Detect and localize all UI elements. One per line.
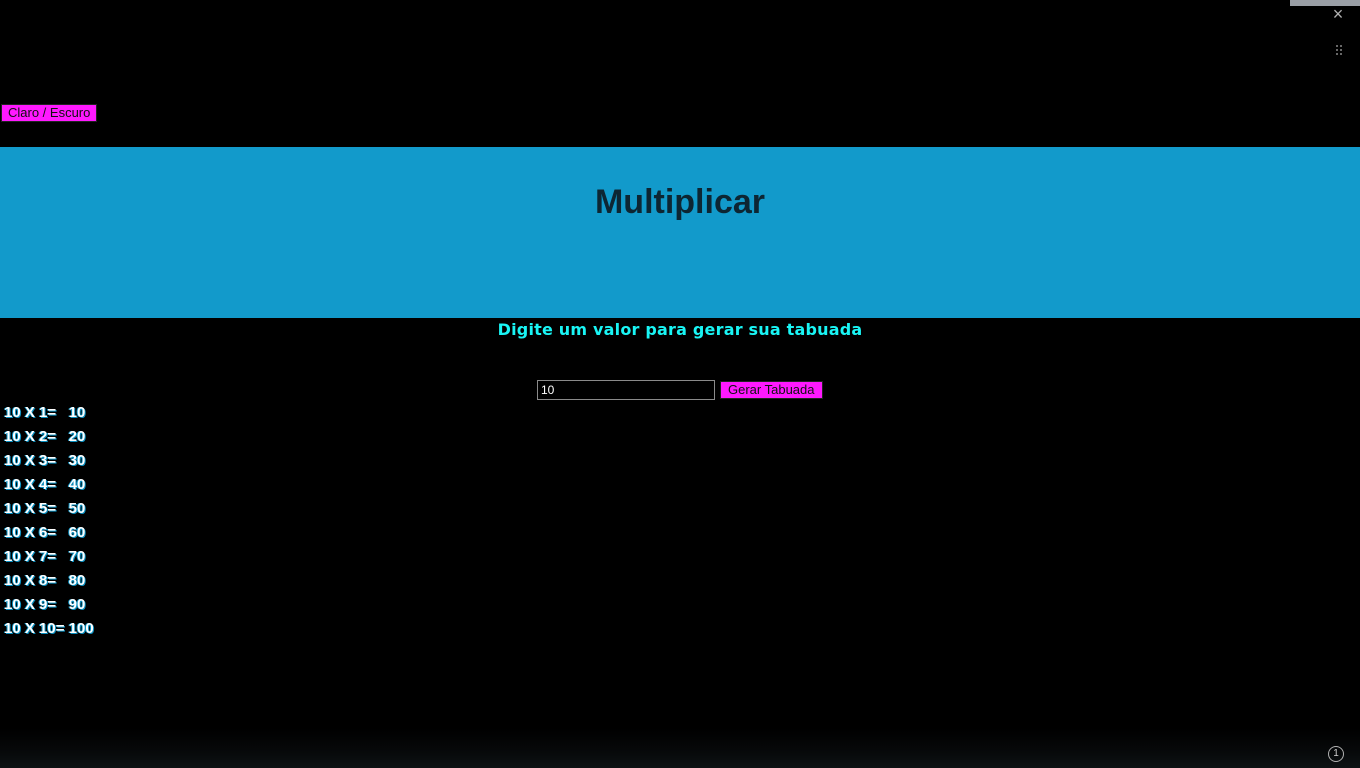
drag-handle-icon[interactable] bbox=[1334, 44, 1344, 58]
result-row: 10 X 10= 100 bbox=[4, 620, 94, 637]
result-row: 10 X 4= 40 bbox=[4, 476, 86, 493]
generate-table-button[interactable]: Gerar Tabuada bbox=[720, 381, 823, 399]
result-row: 10 X 6= 60 bbox=[4, 524, 86, 541]
result-row: 10 X 3= 30 bbox=[4, 452, 86, 469]
window-top-band bbox=[1290, 0, 1360, 6]
input-prompt: Digite um valor para gerar sua tabuada bbox=[497, 320, 863, 339]
tabuada-form: Gerar Tabuada bbox=[537, 380, 823, 400]
result-row: 10 X 2= 20 bbox=[4, 428, 86, 445]
header-banner: Multiplicar bbox=[0, 147, 1360, 318]
multiplication-results: 10 X 1= 10 10 X 2= 20 10 X 3= 30 10 X 4=… bbox=[4, 404, 94, 644]
result-row: 10 X 5= 50 bbox=[4, 500, 86, 517]
close-icon[interactable]: × bbox=[1330, 4, 1346, 24]
number-input[interactable] bbox=[537, 380, 715, 400]
page-title: Multiplicar bbox=[594, 183, 766, 221]
theme-toggle-button[interactable]: Claro / Escuro bbox=[1, 104, 98, 122]
result-row: 10 X 1= 10 bbox=[4, 404, 86, 421]
result-row: 10 X 7= 70 bbox=[4, 548, 86, 565]
result-row: 10 X 9= 90 bbox=[4, 596, 86, 613]
notification-badge-icon[interactable]: 1 bbox=[1328, 746, 1344, 762]
result-row: 10 X 8= 80 bbox=[4, 572, 86, 589]
bottom-strip bbox=[0, 728, 1360, 768]
